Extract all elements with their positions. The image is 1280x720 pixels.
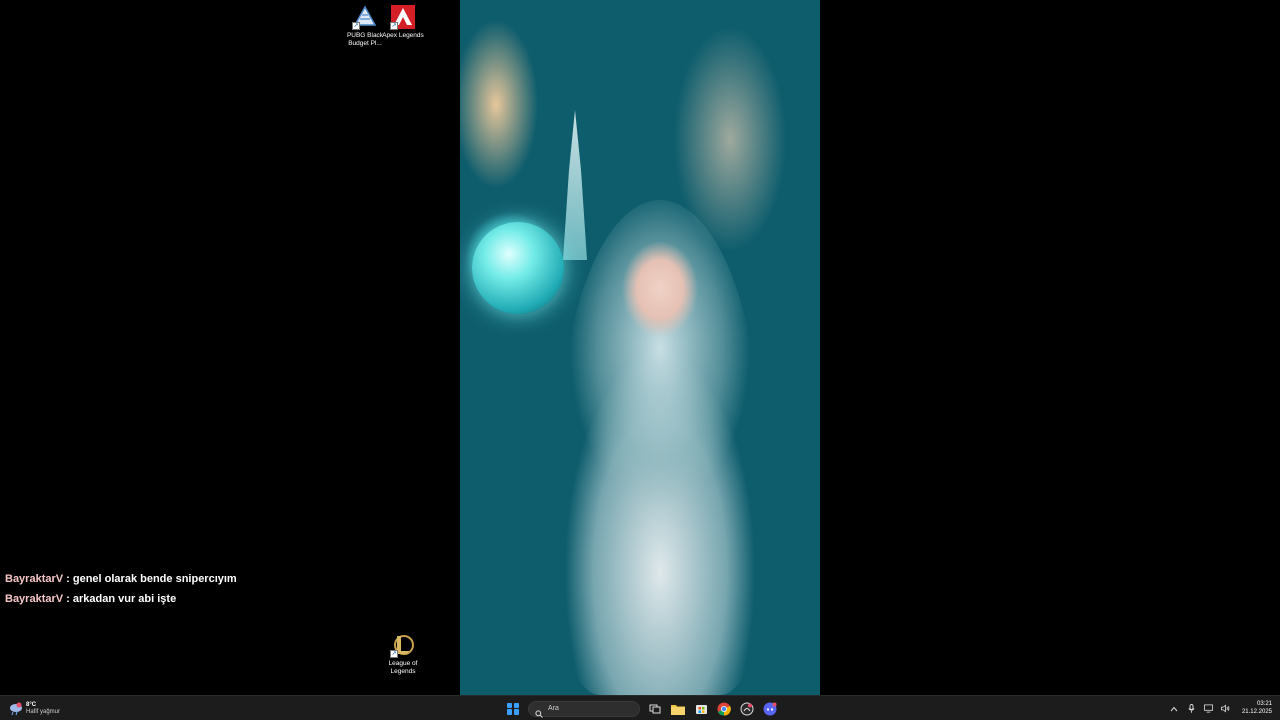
github-desktop-icon[interactable]	[739, 701, 755, 717]
chat-text: arkadan vur abi işte	[72, 593, 177, 605]
league-icon: ↗	[390, 632, 416, 658]
search-icon	[535, 705, 543, 718]
shortcut-arrow-icon: ↗	[390, 650, 398, 658]
weather-widget[interactable]: 8°C Hafif yağmur	[8, 699, 60, 718]
microsoft-store-icon[interactable]	[693, 701, 709, 717]
display-icon[interactable]	[1204, 704, 1213, 713]
chat-text: genel olarak bende snipercıyım	[72, 573, 237, 585]
chat-message: BayraktarV : arkadan vur abi işte	[5, 592, 237, 612]
clock-time: 03:21	[1256, 701, 1272, 707]
taskbar: 8°C Hafif yağmur Ara 03:21 21.12.2025	[0, 695, 1280, 720]
file-explorer-icon[interactable]	[670, 701, 686, 717]
chat-separator: :	[63, 573, 73, 585]
discord-icon[interactable]	[762, 701, 778, 717]
wallpaper-ice-tower	[563, 110, 587, 260]
taskbar-clock[interactable]: 03:21 21.12.2025	[1242, 701, 1272, 716]
start-button[interactable]	[505, 701, 521, 717]
task-view-icon[interactable]	[647, 701, 663, 717]
desktop-icon-league[interactable]: ↗ League of Legends	[379, 632, 427, 675]
shortcut-arrow-icon: ↗	[352, 22, 360, 30]
chat-username: BayraktarV	[5, 573, 64, 585]
speaker-icon[interactable]	[1221, 704, 1230, 713]
taskbar-search[interactable]	[528, 700, 640, 718]
shortcut-arrow-icon: ↗	[390, 22, 398, 30]
system-tray: 03:21 21.12.2025	[1170, 699, 1272, 718]
wallpaper-ice-orb	[472, 222, 564, 314]
wallpaper-ice-queen	[560, 200, 760, 695]
weather-description: Hafif yağmur	[26, 708, 61, 715]
clock-date: 21.12.2025	[1241, 708, 1272, 715]
rain-cloud-icon	[8, 702, 24, 716]
chat-overlay: BayraktarV : genel olarak bende snipercı…	[5, 572, 237, 612]
chevron-up-icon[interactable]	[1170, 704, 1179, 713]
microphone-icon[interactable]	[1187, 704, 1196, 713]
desktop-icon-label: League of Legends	[388, 660, 418, 675]
pubg-icon: ↗	[352, 4, 378, 30]
desktop-icon-apex[interactable]: ↗ Apex Legends	[379, 4, 427, 40]
search-input[interactable]	[548, 705, 638, 712]
taskbar-center	[505, 699, 778, 718]
apex-icon: ↗	[390, 4, 416, 30]
chrome-icon[interactable]	[716, 701, 732, 717]
desktop-wallpaper	[460, 0, 820, 695]
chat-separator: :	[63, 593, 73, 605]
chat-username: BayraktarV	[5, 593, 64, 605]
chat-message: BayraktarV : genel olarak bende snipercı…	[5, 572, 237, 592]
weather-temperature: 8°C	[26, 701, 37, 708]
desktop-icon-label: Apex Legends	[382, 32, 424, 39]
